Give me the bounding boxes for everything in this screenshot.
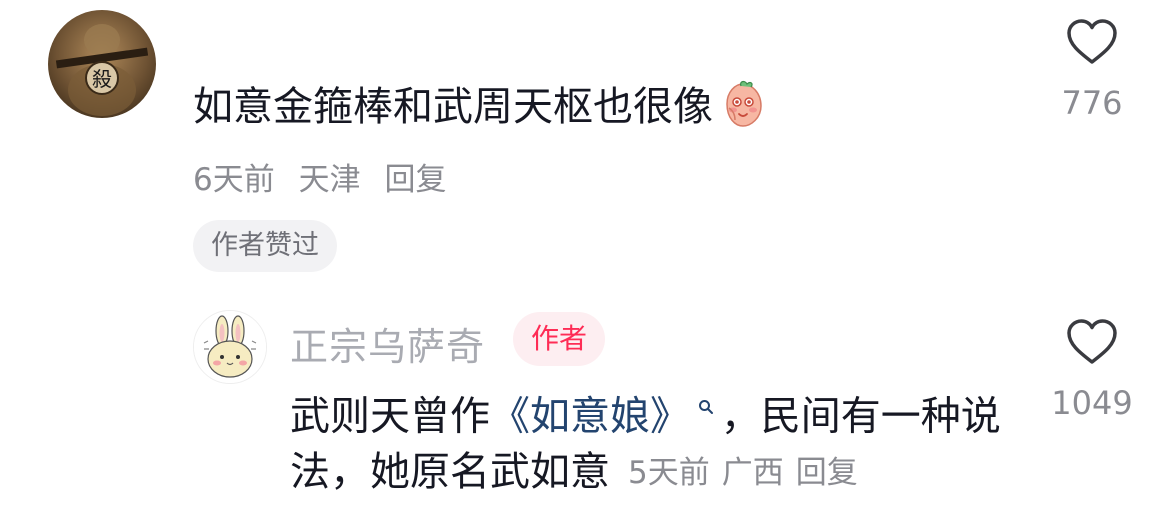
- comment-text: 如意金箍棒和武周天枢也很像: [193, 78, 769, 133]
- reply-text-line-2: 法，她原名武如意 5天前 广西 回复: [290, 446, 870, 499]
- reply-location: 广西: [721, 455, 784, 491]
- search-icon[interactable]: [692, 396, 721, 420]
- reply-like-count: 1049: [1051, 384, 1133, 422]
- book-title-link[interactable]: 《如意娘》: [490, 393, 690, 439]
- comment-location: 天津: [298, 162, 361, 198]
- reply-reply-button[interactable]: 回复: [796, 455, 858, 491]
- comment-meta: 6天前 天津 回复: [193, 154, 460, 199]
- author-liked-badge: 作者赞过: [193, 220, 337, 272]
- heart-icon: [1067, 19, 1117, 64]
- author-badge: 作者: [513, 312, 606, 366]
- reply-username[interactable]: 正宗乌萨奇: [290, 316, 485, 371]
- reply-text-line-2-content: 法，她原名武如意: [290, 449, 610, 495]
- bunny-avatar-image: [194, 311, 266, 383]
- avatar-glyph: 殺: [92, 67, 112, 91]
- reply-text-after-link: ，民间有一种说: [720, 393, 1001, 440]
- reply-like-button[interactable]: [1065, 318, 1119, 366]
- reply-text-line-1: 武则天曾作《如意娘》 ，民间有一种说: [290, 382, 1001, 442]
- comment-time: 6天前: [193, 162, 275, 198]
- reply-time: 5天前: [628, 455, 710, 491]
- reply-avatar[interactable]: [193, 310, 267, 384]
- comment-like-button[interactable]: [1065, 18, 1119, 66]
- comment-like-count: 776: [1061, 84, 1123, 122]
- reply-meta: 5天前 广西 回复: [628, 447, 870, 499]
- commenter-avatar-image: 殺: [48, 10, 156, 118]
- reply-text-prefix: 武则天曾作: [290, 393, 490, 440]
- heart-icon: [1067, 319, 1117, 364]
- comment-reply-button[interactable]: 回复: [384, 162, 446, 198]
- blushing-peach-emoji-icon: [717, 78, 769, 130]
- comment-body: 如意金箍棒和武周天枢也很像: [193, 84, 713, 130]
- commenter-avatar[interactable]: 殺: [48, 10, 156, 118]
